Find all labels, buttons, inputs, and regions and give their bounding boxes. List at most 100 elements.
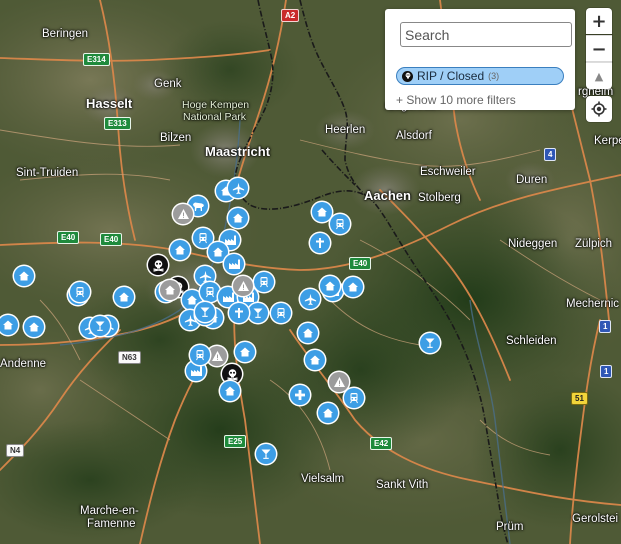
- airplane-icon: [304, 293, 317, 306]
- factory-icon: [190, 365, 203, 377]
- map-marker-home[interactable]: [318, 403, 338, 423]
- map-marker-train[interactable]: [190, 345, 210, 365]
- home-icon: [2, 319, 14, 331]
- road-shield-1-north: 1: [599, 320, 612, 333]
- zoom-out-button[interactable]: −: [586, 35, 612, 62]
- cross-icon: [233, 307, 245, 319]
- place-label-sankt-vith: Sankt Vith: [376, 479, 429, 491]
- filter-panel: RIP / Closed (3) + Show 10 more filters: [385, 9, 575, 110]
- road-shield-1-south: 1: [600, 365, 613, 378]
- place-label-zulpich: Zülpich: [575, 238, 613, 250]
- map-marker-first-aid[interactable]: [290, 385, 310, 405]
- place-label-genk: Genk: [154, 78, 182, 90]
- filter-chip-rip-closed[interactable]: RIP / Closed (3): [396, 67, 564, 85]
- cocktail-icon: [252, 307, 264, 319]
- map-marker-warning[interactable]: [207, 346, 227, 366]
- road-shield-a2: A2: [281, 9, 300, 22]
- train-icon: [275, 307, 287, 319]
- place-label-mechernich: Mechernic: [566, 298, 620, 310]
- map-marker-home[interactable]: [343, 277, 363, 297]
- train-icon: [334, 218, 346, 230]
- factory-icon: [222, 291, 235, 303]
- map-marker-skull[interactable]: [148, 255, 168, 275]
- map-marker-home[interactable]: [160, 280, 180, 300]
- home-icon: [322, 407, 334, 419]
- cocktail-icon: [260, 448, 272, 460]
- place-label-prum: Prüm: [496, 521, 524, 533]
- road-shield-e42: E42: [370, 437, 393, 450]
- map-marker-home[interactable]: [235, 342, 255, 362]
- place-label-maastricht: Maastricht: [205, 144, 271, 159]
- map-marker-train[interactable]: [254, 272, 274, 292]
- place-label-kerpen: Kerpe: [594, 135, 621, 147]
- home-icon: [316, 206, 328, 218]
- home-icon: [186, 294, 198, 306]
- map-marker-cocktail[interactable]: [248, 303, 268, 323]
- show-more-filters-link[interactable]: + Show 10 more filters: [396, 93, 516, 107]
- road-shield-n63: N63: [118, 351, 141, 364]
- cross-icon: [314, 237, 326, 249]
- skull-icon: [226, 368, 239, 381]
- road-shield-e40-east: E40: [349, 257, 372, 270]
- compass-icon: ▲: [594, 69, 604, 83]
- search-input[interactable]: [400, 22, 572, 47]
- place-label-sint-truiden: Sint-Truiden: [16, 167, 79, 179]
- map-marker-cocktail[interactable]: [420, 333, 440, 353]
- map-marker-home[interactable]: [170, 240, 190, 260]
- map-marker-warning[interactable]: [173, 204, 193, 224]
- map-marker-home[interactable]: [298, 323, 318, 343]
- map-marker-train[interactable]: [330, 214, 350, 234]
- map-marker-train[interactable]: [271, 303, 291, 323]
- cocktail-icon: [424, 337, 436, 349]
- train-icon: [74, 286, 86, 298]
- compass-button[interactable]: ▲: [586, 62, 612, 89]
- map-marker-cocktail[interactable]: [90, 316, 110, 336]
- home-icon: [309, 354, 321, 366]
- warning-icon: [177, 208, 190, 220]
- map-marker-airplane[interactable]: [300, 289, 320, 309]
- map-marker-home[interactable]: [220, 381, 240, 401]
- map-marker-home[interactable]: [24, 317, 44, 337]
- map-marker-home[interactable]: [320, 276, 340, 296]
- map-marker-airplane[interactable]: [228, 178, 248, 198]
- skull-icon: [152, 259, 165, 272]
- place-label-heerlen: Heerlen: [325, 124, 366, 136]
- home-icon: [174, 244, 186, 256]
- zoom-in-button[interactable]: +: [586, 8, 612, 34]
- train-icon: [258, 276, 270, 288]
- place-label-gerolstein: Gerolstei: [572, 513, 619, 525]
- map-marker-train[interactable]: [70, 282, 90, 302]
- map-marker-cross[interactable]: [310, 233, 330, 253]
- map-marker-train[interactable]: [344, 388, 364, 408]
- map-marker-home[interactable]: [114, 287, 134, 307]
- geolocate-button[interactable]: [586, 96, 612, 122]
- place-label-duren: Duren: [516, 174, 548, 186]
- warning-icon: [237, 280, 250, 292]
- road-shield-51: 51: [571, 392, 588, 405]
- place-label-andenne: Andenne: [0, 358, 47, 370]
- cocktail-icon: [199, 306, 211, 318]
- place-label-alsdorf: Alsdorf: [396, 130, 432, 142]
- map-marker-home[interactable]: [228, 208, 248, 228]
- road-shield-e313: E313: [104, 117, 131, 130]
- map-marker-factory[interactable]: [224, 254, 244, 274]
- map-marker-home[interactable]: [14, 266, 34, 286]
- map-marker-cocktail[interactable]: [195, 302, 215, 322]
- map-marker-home[interactable]: [305, 350, 325, 370]
- home-icon: [324, 280, 336, 292]
- cocktail-icon: [94, 320, 106, 332]
- filter-chip-label: RIP / Closed: [417, 69, 485, 83]
- place-label-bilzen: Bilzen: [160, 132, 192, 144]
- map-marker-home[interactable]: [312, 202, 332, 222]
- map-marker-train[interactable]: [200, 282, 220, 302]
- home-icon: [212, 246, 224, 258]
- map-marker-warning[interactable]: [233, 276, 253, 296]
- map-marker-warning[interactable]: [329, 372, 349, 392]
- home-icon: [224, 385, 236, 397]
- place-label-beringen: Beringen: [42, 28, 89, 40]
- map-marker-cross[interactable]: [229, 303, 249, 323]
- warning-icon: [211, 350, 224, 362]
- train-icon: [197, 232, 209, 244]
- map-marker-cocktail[interactable]: [256, 444, 276, 464]
- road-shield-e25: E25: [224, 435, 247, 448]
